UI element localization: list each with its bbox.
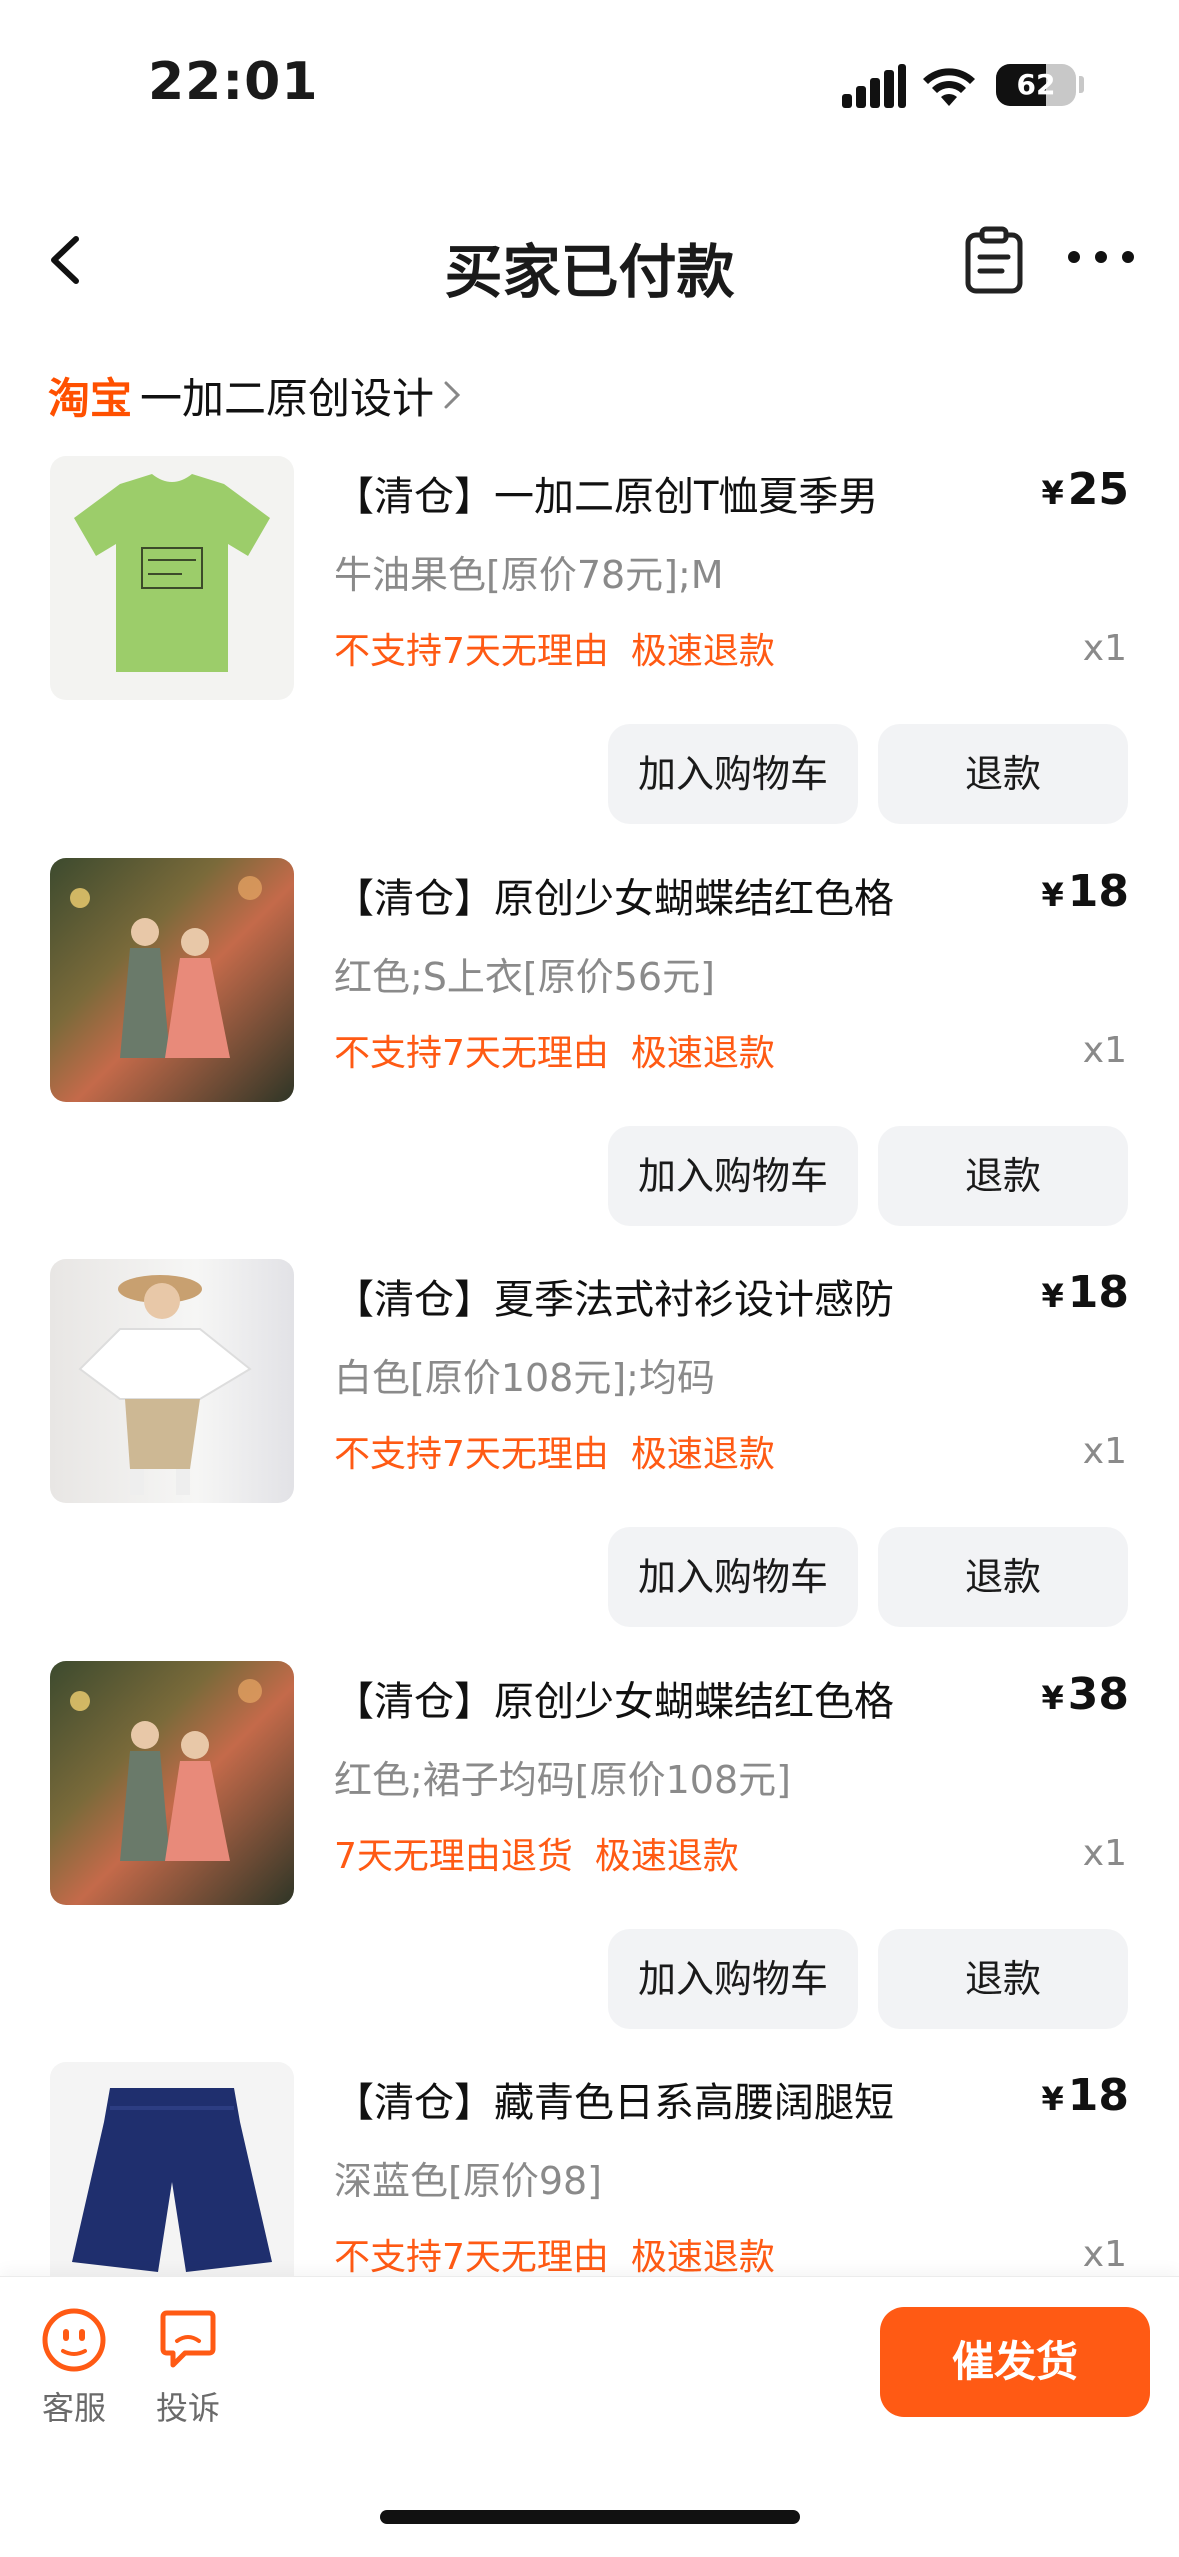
service-label: 客服	[41, 2389, 106, 2427]
item-price: ¥18	[1042, 866, 1130, 917]
price-value: 25	[1067, 464, 1129, 515]
refund-button[interactable]: 退款	[878, 724, 1128, 824]
return-policy-tag: 不支持7天无理由	[334, 1033, 609, 1074]
urge-shipping-button[interactable]: 催发货	[880, 2307, 1150, 2417]
fast-refund-tag: 极速退款	[630, 2237, 775, 2278]
item-spec: 红色;裙子均码[原价108元]	[334, 1758, 791, 1802]
fast-refund-tag: 极速退款	[630, 1033, 775, 1074]
add-to-cart-button[interactable]: 加入购物车	[608, 1929, 858, 2029]
currency-symbol: ¥	[1041, 2080, 1064, 2118]
item-tags: 不支持7天无理由 极速退款	[334, 1425, 775, 1477]
item-spec: 白色[原价108元];均码	[334, 1356, 715, 1400]
store-brand: 淘宝	[48, 373, 133, 423]
item-tags: 不支持7天无理由 极速退款	[334, 622, 775, 674]
item-spec: 深蓝色[原价98]	[334, 2159, 603, 2203]
item-quantity: x1	[1082, 628, 1127, 669]
fast-refund-tag: 极速退款	[630, 631, 775, 672]
complain-icon	[160, 2310, 216, 2368]
customer-service-button[interactable]: 客服	[24, 2307, 124, 2429]
item-tags: 7天无理由退货 极速退款	[334, 1827, 739, 1879]
service-icon	[42, 2308, 106, 2372]
status-bar: 22:01 62	[0, 0, 1179, 140]
order-item[interactable]: 【清仓】原创少女蝴蝶结红色格 ¥38 红色;裙子均码[原价108元] 7天无理由…	[0, 1661, 1179, 2061]
price-value: 18	[1067, 866, 1129, 917]
item-spec: 牛油果色[原价78元];M	[334, 553, 724, 597]
item-title: 【清仓】原创少女蝴蝶结红色格	[334, 876, 894, 922]
item-tags: 不支持7天无理由 极速退款	[334, 1024, 775, 1076]
product-image[interactable]	[50, 456, 294, 700]
return-policy-tag: 7天无理由退货	[334, 1836, 573, 1877]
item-spec: 红色;S上衣[原价56元]	[334, 955, 715, 999]
item-title: 【清仓】一加二原创T恤夏季男	[334, 474, 879, 520]
store-header[interactable]: 淘宝 一加二原创设计	[48, 360, 462, 430]
add-to-cart-button[interactable]: 加入购物车	[608, 1527, 858, 1627]
battery-tip	[1079, 76, 1084, 93]
item-quantity: x1	[1082, 2234, 1127, 2275]
fast-refund-tag: 极速退款	[594, 1836, 739, 1877]
item-price: ¥18	[1042, 2070, 1130, 2121]
item-tags: 不支持7天无理由 极速退款	[334, 2228, 775, 2280]
complain-label: 投诉	[155, 2389, 220, 2427]
product-image[interactable]	[50, 1661, 294, 1905]
order-item[interactable]: 【清仓】原创少女蝴蝶结红色格 ¥18 红色;S上衣[原价56元] 不支持7天无理…	[0, 858, 1179, 1258]
home-indicator	[380, 2510, 800, 2524]
complain-button[interactable]: 投诉	[138, 2307, 238, 2429]
product-image[interactable]	[50, 2062, 294, 2306]
refund-button[interactable]: 退款	[878, 1527, 1128, 1627]
add-to-cart-button[interactable]: 加入购物车	[608, 1126, 858, 1226]
return-policy-tag: 不支持7天无理由	[334, 2237, 609, 2278]
clipboard-icon[interactable]	[962, 225, 1026, 295]
chevron-right-icon	[444, 381, 461, 409]
wifi-icon	[923, 68, 975, 106]
nav-bar: 买家已付款	[0, 195, 1179, 325]
price-value: 38	[1067, 1669, 1129, 1720]
product-image[interactable]	[50, 1259, 294, 1503]
order-item[interactable]: 【清仓】一加二原创T恤夏季男 ¥25 牛油果色[原价78元];M 不支持7天无理…	[0, 456, 1179, 856]
currency-symbol: ¥	[1041, 474, 1064, 512]
battery-icon: 62	[996, 64, 1076, 106]
item-title: 【清仓】夏季法式衬衫设计感防	[334, 1277, 894, 1323]
more-icon[interactable]	[1066, 245, 1136, 269]
refund-button[interactable]: 退款	[878, 1126, 1128, 1226]
item-quantity: x1	[1082, 1030, 1127, 1071]
item-quantity: x1	[1082, 1431, 1127, 1472]
status-time: 22:01	[148, 52, 319, 112]
order-item[interactable]: 【清仓】夏季法式衬衫设计感防 ¥18 白色[原价108元];均码 不支持7天无理…	[0, 1259, 1179, 1659]
currency-symbol: ¥	[1041, 876, 1064, 914]
item-price: ¥18	[1042, 1267, 1130, 1318]
store-name: 一加二原创设计	[140, 373, 435, 423]
item-quantity: x1	[1082, 1833, 1127, 1874]
return-policy-tag: 不支持7天无理由	[334, 1434, 609, 1475]
add-to-cart-button[interactable]: 加入购物车	[608, 724, 858, 824]
price-value: 18	[1067, 2070, 1129, 2121]
refund-button[interactable]: 退款	[878, 1929, 1128, 2029]
product-image[interactable]	[50, 858, 294, 1102]
item-title: 【清仓】藏青色日系高腰阔腿短	[334, 2080, 894, 2126]
item-price: ¥25	[1042, 464, 1130, 515]
fast-refund-tag: 极速退款	[630, 1434, 775, 1475]
battery-level: 62	[1016, 68, 1056, 101]
item-title: 【清仓】原创少女蝴蝶结红色格	[334, 1679, 894, 1725]
currency-symbol: ¥	[1041, 1277, 1064, 1315]
return-policy-tag: 不支持7天无理由	[334, 631, 609, 672]
currency-symbol: ¥	[1041, 1679, 1064, 1717]
item-price: ¥38	[1042, 1669, 1130, 1720]
signal-icon	[842, 64, 906, 108]
price-value: 18	[1067, 1267, 1129, 1318]
